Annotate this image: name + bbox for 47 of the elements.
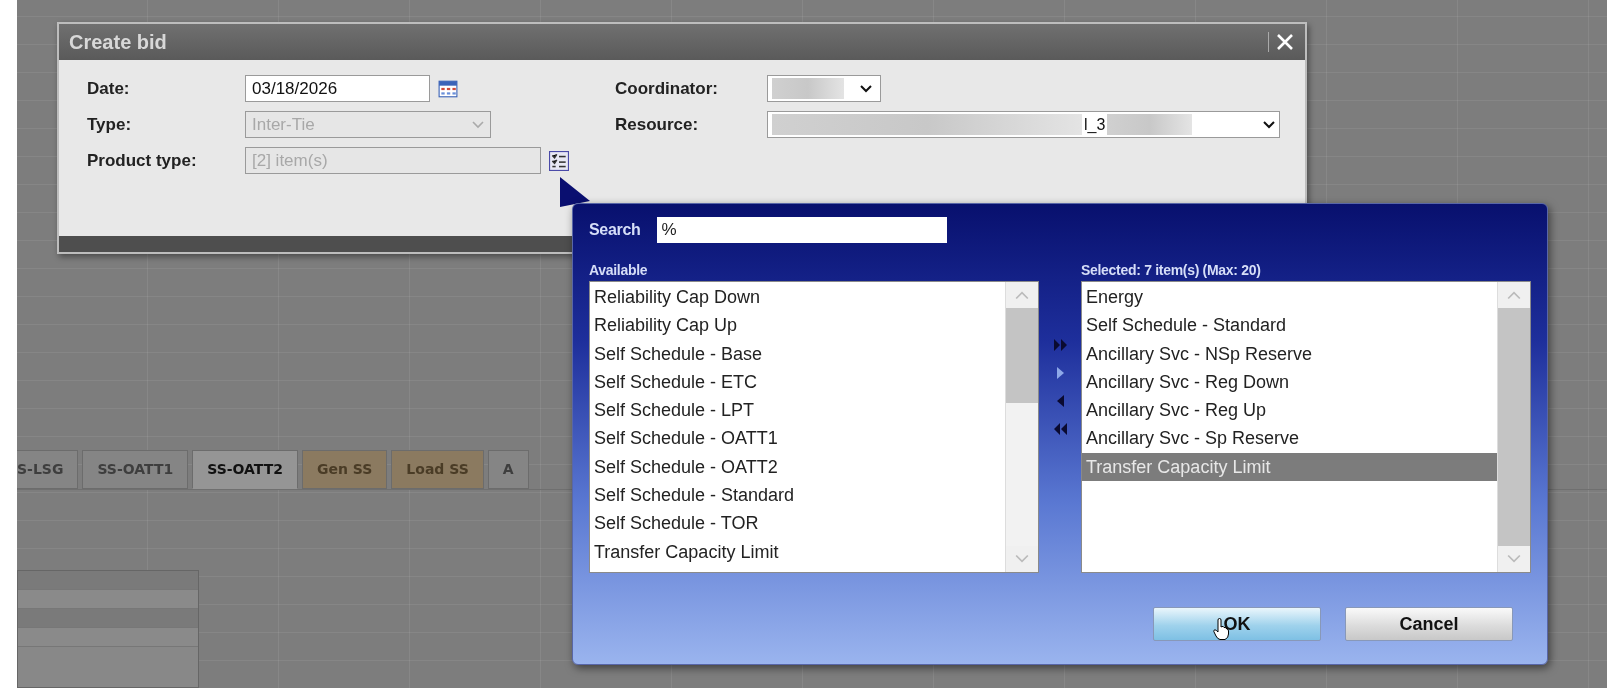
scroll-up-icon[interactable]	[1507, 290, 1521, 300]
list-heading: Available	[589, 262, 649, 278]
list-item[interactable]: Reliability Cap Up	[590, 311, 1005, 340]
list-item[interactable]: Ancillary Svc - NSp Reserve	[1082, 339, 1497, 368]
tab[interactable]: SS-OATT2	[192, 450, 298, 489]
list-item[interactable]: Energy	[1082, 283, 1497, 312]
scroll-down-icon[interactable]	[1507, 554, 1521, 564]
list-item[interactable]: Self Schedule - OATT1	[590, 424, 1005, 453]
field-label: Date:	[87, 78, 131, 99]
caret-icon	[1263, 120, 1275, 129]
list-item[interactable]: Reliability Cap Down	[590, 283, 1005, 312]
list-item[interactable]: Self Schedule - Standard	[590, 481, 1005, 510]
list-item[interactable]: Ancillary Svc - Reg Up	[1082, 396, 1497, 425]
search-label: Search	[589, 221, 641, 239]
ok-button[interactable]: OK	[1153, 607, 1321, 641]
list-item[interactable]: Self Schedule - Base	[590, 339, 1005, 368]
left-arrow-icon[interactable]	[1052, 421, 1068, 437]
date-field[interactable]: 03/18/2026	[245, 75, 430, 102]
list-item[interactable]: Self Schedule - Standard	[1082, 311, 1497, 340]
field-label: Coordinator:	[615, 78, 719, 99]
cancel-button[interactable]: Cancel	[1345, 607, 1513, 641]
list-item[interactable]: Self Schedule - OATT2	[590, 452, 1005, 482]
scroll-up-icon[interactable]	[1015, 290, 1029, 300]
resource-dropdown[interactable]: l_3	[767, 111, 1280, 138]
field-label: Type:	[87, 114, 133, 135]
list-item[interactable]: Self Schedule - LPT	[590, 396, 1005, 425]
field-label: Resource:	[615, 114, 700, 135]
list-item[interactable]: Ancillary Svc - Reg Down	[1082, 367, 1497, 397]
list-item[interactable]: Ancillary Svc - Sp Reserve	[1082, 424, 1497, 453]
coordinator-dropdown[interactable]	[767, 75, 881, 102]
checklist-icon[interactable]	[549, 150, 569, 171]
scroll-down-icon[interactable]	[1015, 554, 1029, 564]
scrollbar[interactable]	[1497, 282, 1530, 572]
list-item[interactable]: Self Schedule - TOR	[590, 509, 1005, 538]
caret-icon	[860, 84, 872, 93]
calendar-icon[interactable]	[438, 79, 458, 98]
caret-icon	[472, 120, 484, 129]
scrollbar[interactable]	[1005, 282, 1038, 572]
window-title: Create bid	[69, 30, 167, 54]
close-icon[interactable]	[1268, 32, 1295, 52]
search-field[interactable]: %	[656, 217, 947, 243]
field-label: Product type:	[87, 150, 198, 171]
right-arrow-icon[interactable]	[1052, 337, 1068, 353]
list-item[interactable]: Self Schedule - ETC	[590, 367, 1005, 397]
list-heading: Selected: 7 item(s) (Max: 20)	[1081, 262, 1262, 278]
callout-pointer	[560, 177, 590, 207]
list-item[interactable]: Transfer Capacity Limit	[590, 537, 1005, 566]
